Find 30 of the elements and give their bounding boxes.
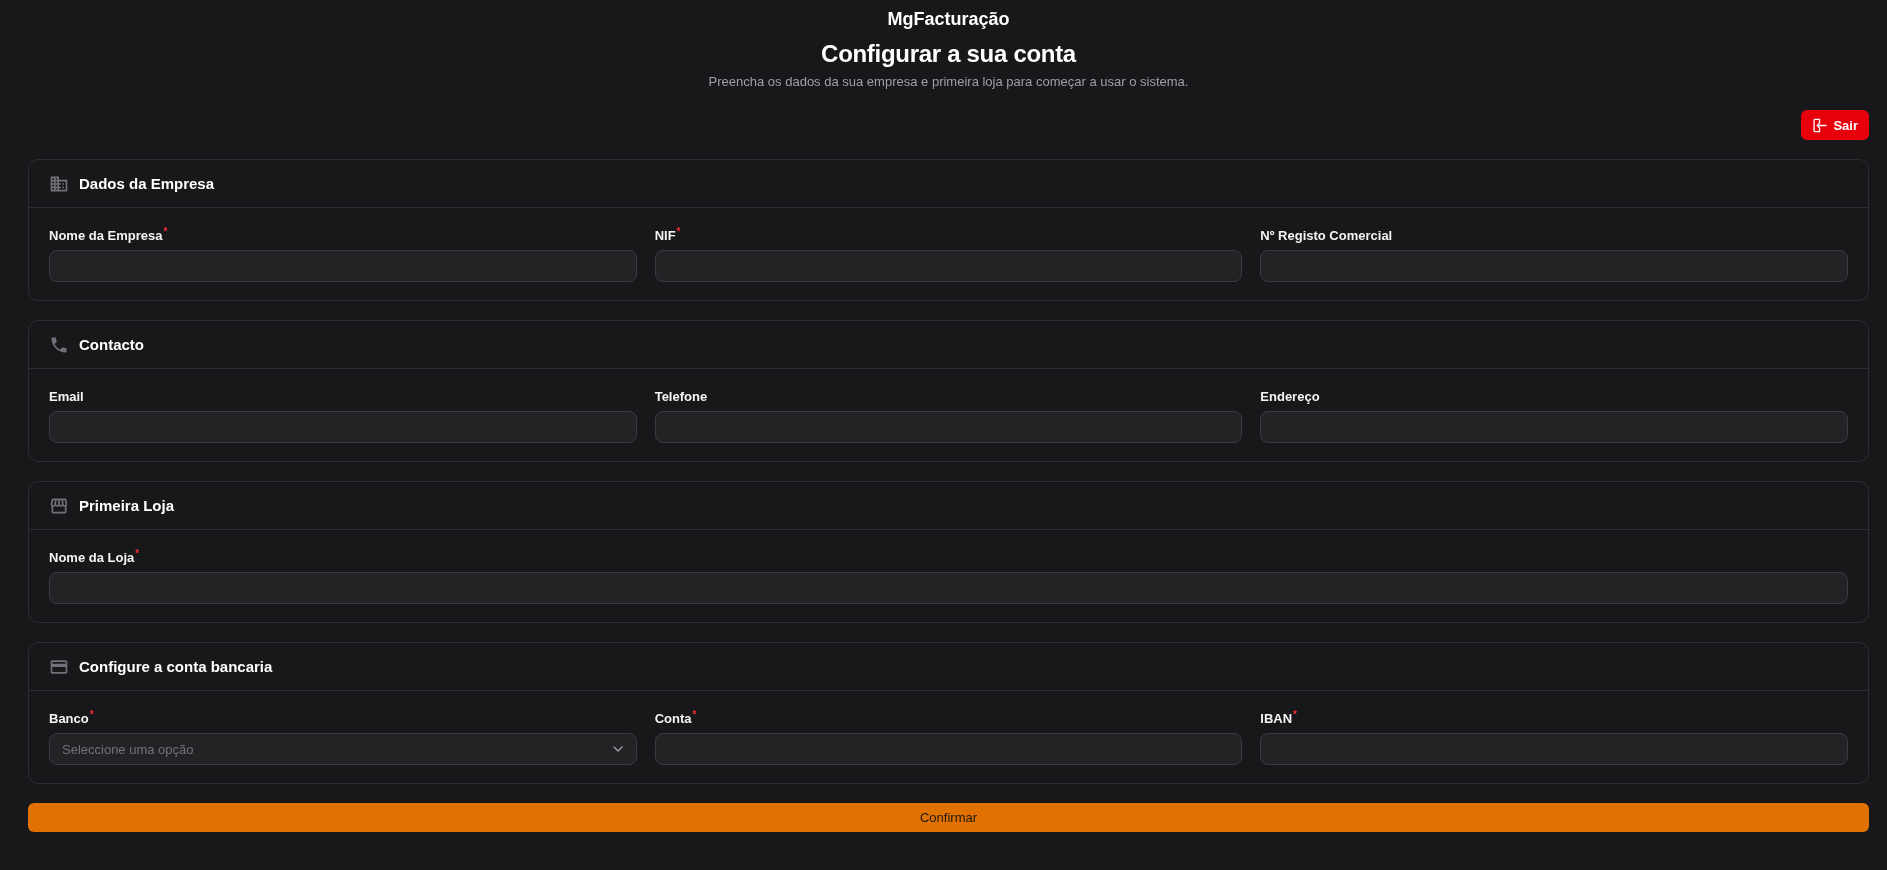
field-label: Conta$^{*}$ [654,711,697,727]
confirm-button[interactable]: Confirmar [28,803,1869,832]
input-field[interactable] [1260,411,1848,443]
input-field[interactable] [654,733,1243,765]
select-field[interactable]: Seleccione uma opção [49,733,637,765]
field-label: Banco$^{*}$ [49,711,94,727]
section-title: Primeira Loja [79,495,175,516]
field-label: Nome da Empresa$^{*}$ [49,228,168,244]
exit-door-icon [1812,117,1828,133]
input-field[interactable] [654,250,1243,282]
field-label: Email [49,389,84,405]
page-subtitle: Preencha os dados da sua empresa e primeira loja para começar a usar o sistema. [708,73,1189,91]
section-title: Configure a conta bancaria [79,656,273,677]
input-field[interactable] [1260,250,1848,282]
field-label: Telefone [654,389,708,405]
section-title: Contacto [79,334,144,355]
field-label: Endereço [1260,389,1320,405]
app-name: MgFacturação [887,8,1010,30]
input-field[interactable] [49,572,1848,604]
field-label: Nome da Loja$^{*}$ [49,550,140,566]
input-field[interactable] [49,411,637,443]
field-label: IBAN$^{*}$ [1260,711,1297,727]
input-field[interactable] [654,411,1243,443]
field-label: NIF$^{*}$ [654,228,681,244]
field-label: Nº Registo Comercial [1260,228,1393,244]
section-title: Dados da Empresa [79,173,215,194]
input-field[interactable] [1260,733,1848,765]
input-field[interactable] [49,250,637,282]
logout-button[interactable]: Sair [1801,110,1869,140]
page-title: Configurar a sua conta [821,39,1076,69]
